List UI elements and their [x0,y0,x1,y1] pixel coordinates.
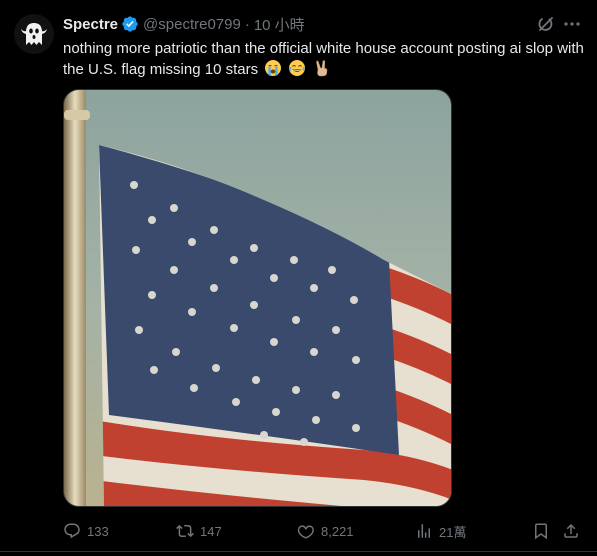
repost-icon [176,524,194,538]
like-count: 8,221 [321,523,354,539]
face-with-tears-of-joy-icon [288,59,306,77]
share-button[interactable] [562,519,586,543]
tweet-card[interactable]: Spectre @spectre0799 · 10 小時 nothing mor… [0,0,597,556]
timestamp[interactable]: 10 小時 [254,14,305,35]
bookmark-icon [535,523,547,540]
reply-button[interactable]: 133 [63,519,109,543]
like-button[interactable]: 8,221 [297,519,354,543]
views-button[interactable]: 21萬 [415,519,466,543]
divider [0,551,597,552]
repost-count: 147 [200,523,222,539]
action-bar: 133 147 8,221 21萬 [63,519,588,543]
ghost-avatar-icon [14,14,54,54]
bookmark-button[interactable] [532,519,556,543]
views-chart-icon [418,524,430,538]
repost-button[interactable]: 147 [176,519,222,543]
tweet-text: nothing more patriotic than the official… [63,38,588,80]
grok-icon[interactable] [536,14,556,34]
author-name[interactable]: Spectre [63,16,118,33]
victory-hand-icon [313,59,331,77]
reply-icon [64,523,80,539]
more-options-icon[interactable] [562,14,582,34]
separator-dot: · [244,15,250,33]
loudly-crying-face-icon [264,59,282,77]
reply-count: 133 [87,523,109,539]
avatar[interactable] [14,14,54,54]
tweet-header: Spectre @spectre0799 · 10 小時 [63,13,305,35]
verified-badge-icon [121,15,139,33]
views-count: 21萬 [439,524,467,540]
heart-icon [297,525,314,539]
flag-image-icon [64,90,451,506]
author-handle[interactable]: @spectre0799 [143,16,241,33]
us-flag-image[interactable] [63,89,452,507]
share-icon [564,523,578,538]
